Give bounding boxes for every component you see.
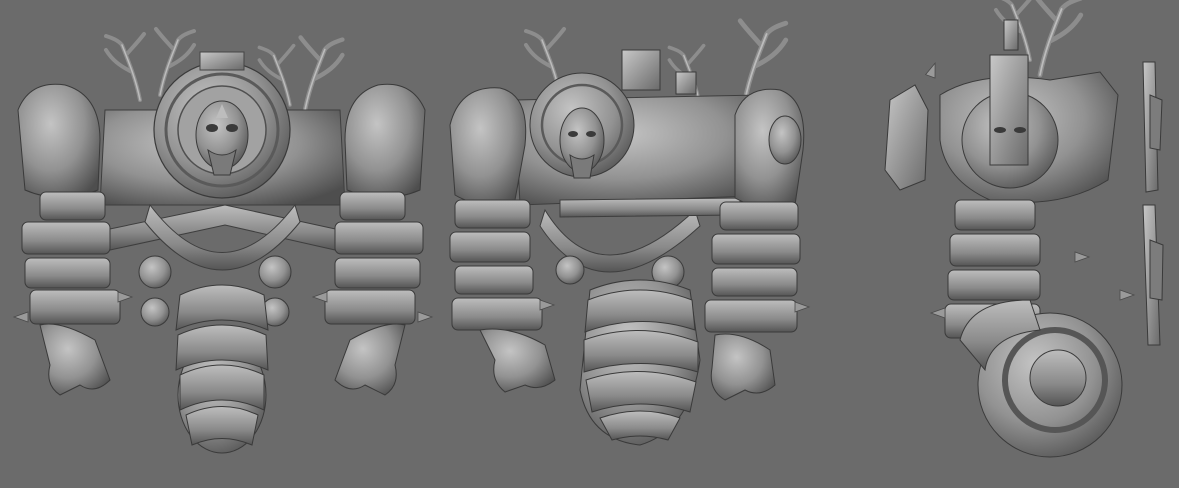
side-shield [884, 84, 929, 191]
side-branch [1035, 0, 1081, 75]
front-crossbar [104, 204, 341, 251]
tq-block [621, 49, 661, 91]
front-tail [175, 284, 269, 454]
side-detail-pieces [1142, 61, 1164, 346]
side-view [884, 0, 1164, 458]
side-tail [959, 289, 1135, 458]
three-quarter-view [449, 21, 810, 446]
tq-tail [579, 279, 701, 446]
turnaround-svg [13, 0, 1164, 458]
sculpt-turnaround-canvas [0, 0, 1179, 488]
front-view [13, 27, 433, 454]
front-medallion [153, 51, 291, 199]
tq-medallion [529, 72, 635, 179]
